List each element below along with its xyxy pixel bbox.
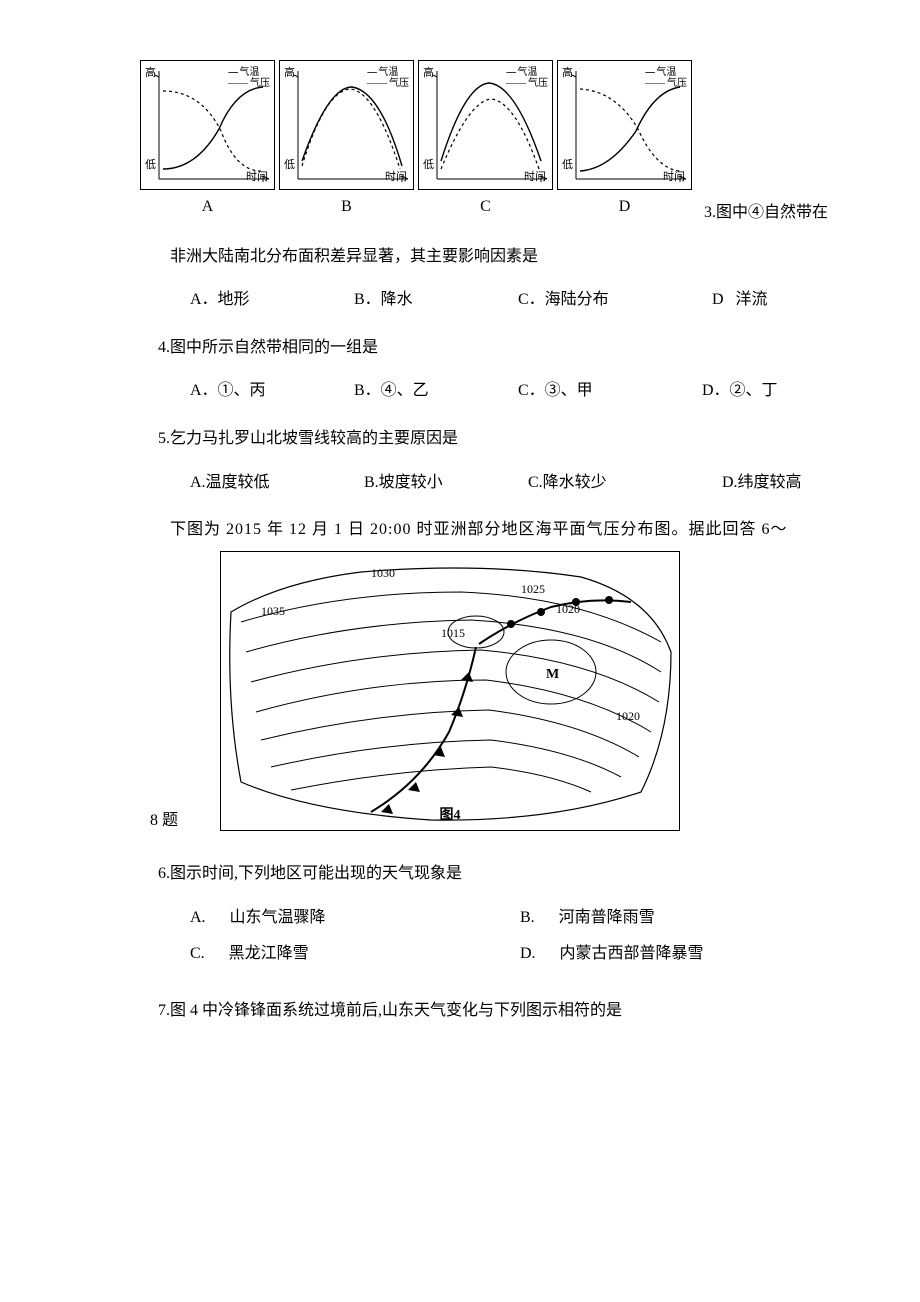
map-caption: 图4 bbox=[440, 805, 461, 827]
four-panel-figure: 高 低 时间 气温 气压 A 高 bbox=[40, 60, 692, 220]
stem-6-8-cont: 8 题 bbox=[150, 808, 178, 834]
legend: 气温 气压 bbox=[645, 67, 687, 89]
map-figure: 1030 1035 1025 1020 1015 1020 M 图4 bbox=[220, 551, 680, 831]
q3-opt-c: C．海陆分布 bbox=[518, 287, 688, 313]
isobar-1025: 1025 bbox=[521, 580, 545, 599]
q3-opt-a: A．地形 bbox=[190, 287, 330, 313]
point-m: M bbox=[546, 664, 559, 686]
legend: 气温 气压 bbox=[228, 67, 270, 89]
q6-options: A. 山东气温骤降 B. 河南普降雨雪 C. 黑龙江降雪 D. 内蒙古西部普降暴… bbox=[190, 905, 880, 976]
q5-opt-a: A.温度较低 bbox=[190, 470, 340, 496]
isobar-1035: 1035 bbox=[261, 602, 285, 621]
q6-stem: 6.图示时间,下列地区可能出现的天气现象是 bbox=[158, 861, 880, 887]
panel-b: 高 低 时间 气温 气压 B bbox=[279, 60, 414, 220]
q5-stem: 5.乞力马扎罗山北坡雪线较高的主要原因是 bbox=[158, 426, 880, 452]
q6-opt-c: C. 黑龙江降雪 bbox=[190, 941, 520, 967]
q5-options: A.温度较低 B.坡度较小 C.降水较少 D.纬度较高 bbox=[190, 470, 880, 496]
panel-a: 高 低 时间 气温 气压 A bbox=[140, 60, 275, 220]
q6-opt-b: B. 河南普降雨雪 bbox=[520, 905, 850, 931]
q7-stem: 7.图 4 中冷锋锋面系统过境前后,山东天气变化与下列图示相符的是 bbox=[158, 998, 880, 1024]
q3-inline: 3.图中④自然带在 bbox=[704, 200, 828, 226]
q6-opt-a: A. 山东气温骤降 bbox=[190, 905, 520, 931]
q4-opt-b: B．④、乙 bbox=[354, 378, 494, 404]
isobar-map-svg bbox=[221, 552, 680, 831]
isobar-1015: 1015 bbox=[441, 624, 465, 643]
stem-6-8: 下图为 2015 年 12 月 1 日 20:00 时亚洲部分地区海平面气压分布… bbox=[170, 517, 880, 543]
q4-opt-c: C．③、甲 bbox=[518, 378, 678, 404]
panel-d: 高 低 时间 气温 气压 D bbox=[557, 60, 692, 220]
q4-opt-a: A．①、丙 bbox=[190, 378, 330, 404]
panel-c: 高 低 时间 气温 气压 C bbox=[418, 60, 553, 220]
q4-opt-d: D．②、丁 bbox=[702, 378, 778, 404]
legend: 气温 气压 bbox=[367, 67, 409, 89]
isobar-1030: 1030 bbox=[371, 564, 395, 583]
q6-opt-d: D. 内蒙古西部普降暴雪 bbox=[520, 941, 850, 967]
q3-continuation: 非洲大陆南北分布面积差异显著，其主要影响因素是 bbox=[170, 244, 880, 270]
q5-opt-b: B.坡度较小 bbox=[364, 470, 504, 496]
isobar-1020: 1020 bbox=[556, 600, 580, 619]
q4-stem: 4.图中所示自然带相同的一组是 bbox=[158, 335, 880, 361]
legend: 气温 气压 bbox=[506, 67, 548, 89]
isobar-1020b: 1020 bbox=[616, 707, 640, 726]
q5-opt-c: C.降水较少 bbox=[528, 470, 698, 496]
q3-opt-d: D 洋流 bbox=[712, 287, 768, 313]
q3-options: A．地形 B．降水 C．海陆分布 D 洋流 bbox=[190, 287, 880, 313]
q3-opt-b: B．降水 bbox=[354, 287, 494, 313]
q5-opt-d: D.纬度较高 bbox=[722, 470, 802, 496]
q4-options: A．①、丙 B．④、乙 C．③、甲 D．②、丁 bbox=[190, 378, 880, 404]
